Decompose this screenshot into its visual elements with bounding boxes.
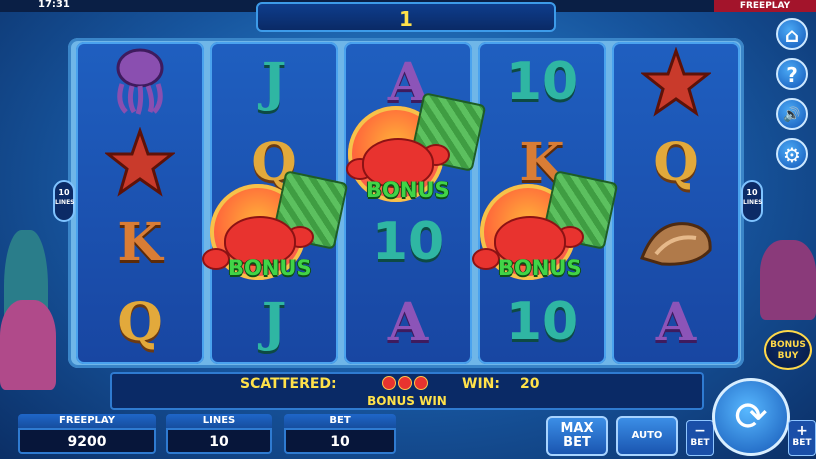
freeplay-mode-tag: FREEPLAY: [714, 0, 816, 12]
symbol-a: A: [655, 291, 697, 353]
symbol-j: J: [261, 51, 287, 113]
lines-badge-right: 10 LINES: [741, 180, 763, 222]
win-label: WIN:: [462, 376, 500, 392]
free-spins-counter: 1: [256, 2, 556, 32]
lines-badge-value: 10: [746, 188, 758, 197]
spin-button[interactable]: ⟳: [712, 378, 790, 456]
jellyfish-icon: [76, 42, 204, 122]
bonus-win-text: BONUS WIN: [367, 394, 447, 408]
sound-icon: 🔊: [783, 107, 801, 123]
symbol-q: Q: [653, 131, 699, 193]
coral-decoration: [0, 300, 56, 390]
bonus-buy-button[interactable]: BONUS BUY: [764, 330, 812, 370]
max-bet-line1: MAX: [560, 421, 594, 436]
minus-icon: −: [694, 423, 706, 439]
bonus-scatter-symbol: BONUS: [468, 170, 619, 300]
starfish-icon: [76, 122, 204, 202]
win-value: 20: [520, 376, 540, 392]
bonus-scatter-symbol: BONUS: [336, 92, 487, 222]
scattered-label: SCATTERED:: [240, 376, 337, 392]
bonus-scatter-symbol: BONUS: [198, 170, 349, 300]
settings-button[interactable]: ⚙: [776, 138, 808, 170]
help-icon: ?: [786, 63, 798, 87]
symbol-k: K: [117, 211, 163, 273]
decrease-bet-button[interactable]: − BET: [686, 420, 714, 456]
reel-5: Q A: [612, 42, 740, 364]
home-button[interactable]: ⌂: [776, 18, 808, 50]
coral-decoration: [760, 240, 816, 320]
bonus-label: BONUS: [228, 256, 312, 280]
settings-icon: ⚙: [783, 143, 801, 167]
shell-icon: [612, 202, 740, 282]
increase-bet-label: BET: [792, 438, 812, 448]
scatter-crab-icons: [382, 376, 428, 390]
symbol-q: Q: [117, 291, 163, 353]
bonus-buy-line1: BONUS: [770, 340, 806, 350]
max-bet-line2: BET: [563, 435, 591, 450]
plus-icon: +: [796, 423, 808, 439]
increase-bet-button[interactable]: + BET: [788, 420, 816, 456]
lines-badge-unit: LINES: [55, 199, 75, 206]
home-icon: ⌂: [784, 23, 800, 47]
lines-badge-unit: LINES: [743, 199, 763, 206]
bet-label: BET: [284, 414, 396, 428]
sound-button[interactable]: 🔊: [776, 98, 808, 130]
decrease-bet-label: BET: [690, 438, 710, 448]
starfish-icon: [612, 42, 740, 122]
bonus-label: BONUS: [366, 178, 450, 202]
reel-1: K Q: [76, 42, 204, 364]
lines-badge-left: 10 LINES: [53, 180, 75, 222]
lines-display: LINES 10: [166, 414, 272, 456]
lines-badge-value: 10: [58, 188, 70, 197]
auto-spin-button[interactable]: AUTO: [616, 416, 678, 456]
auto-label: AUTO: [631, 430, 663, 441]
freeplay-value: 9200: [18, 428, 156, 454]
win-info-bar: SCATTERED: WIN: 20 BONUS WIN: [110, 372, 704, 410]
symbol-10: 10: [505, 52, 579, 112]
bonus-buy-line2: BUY: [777, 351, 799, 361]
lines-value: 10: [166, 428, 272, 454]
freeplay-label: FREEPLAY: [18, 414, 156, 428]
bonus-label: BONUS: [498, 256, 582, 280]
clock-text: 17:31: [38, 0, 70, 10]
spin-icon: ⟳: [734, 394, 768, 440]
symbol-a: A: [387, 291, 429, 353]
bet-value: 10: [284, 428, 396, 454]
freeplay-balance: FREEPLAY 9200: [18, 414, 156, 456]
lines-label: LINES: [166, 414, 272, 428]
max-bet-button[interactable]: MAX BET: [546, 416, 608, 456]
help-button[interactable]: ?: [776, 58, 808, 90]
bet-display: BET 10: [284, 414, 396, 456]
